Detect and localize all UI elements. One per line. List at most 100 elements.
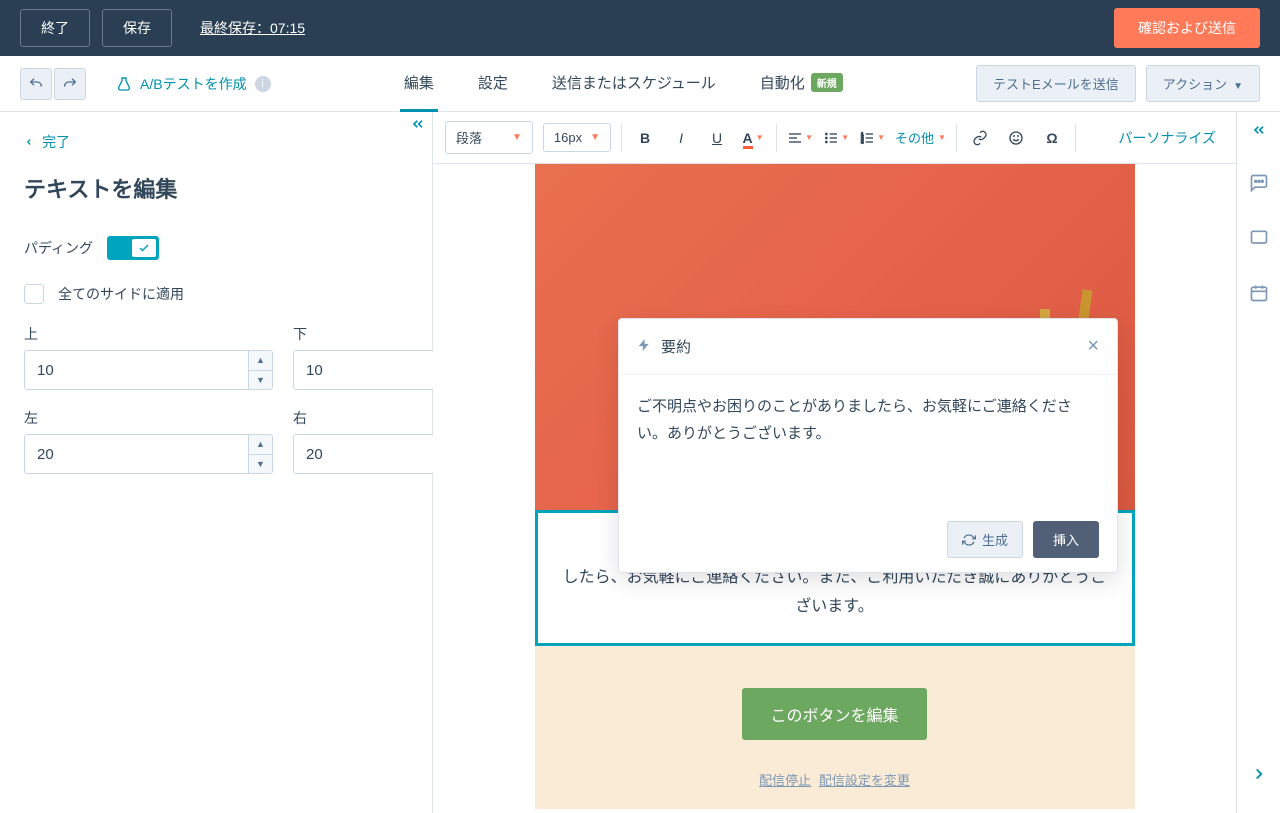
tab-automation[interactable]: 自動化 新規 [756, 56, 847, 112]
undo-button[interactable] [20, 68, 52, 100]
preview-button[interactable] [1249, 228, 1269, 253]
apply-all-checkbox[interactable] [24, 284, 44, 304]
format-select[interactable]: 段落 ▼ [445, 121, 533, 154]
popup-close-button[interactable]: × [1087, 335, 1099, 358]
actions-label: アクション [1163, 77, 1227, 92]
text-line-2: したら、お気軽にご連絡ください。また、ご利用いただき誠にありがとうございます。 [563, 569, 1107, 615]
padding-left-input-wrap: ▲ ▼ [24, 434, 273, 474]
text-color-button[interactable]: A ▼ [740, 125, 766, 151]
toggle-thumb [132, 239, 156, 257]
breadcrumb: 完了 [0, 112, 432, 152]
tab-send-schedule[interactable]: 送信またはスケジュール [548, 56, 720, 112]
info-icon[interactable]: i [255, 76, 271, 92]
review-send-button[interactable]: 確認および送信 [1114, 8, 1260, 48]
align-button[interactable]: ▼ [787, 125, 813, 151]
bullet-list-icon [823, 130, 839, 146]
chevron-double-left-icon [410, 116, 426, 132]
padding-grid: 上 ▲ ▼ 下 ▲ ▼ [24, 324, 408, 474]
tab-edit[interactable]: 編集 [400, 56, 438, 112]
manage-prefs-link[interactable]: 配信設定を変更 [819, 773, 910, 788]
format-value: 段落 [456, 128, 482, 147]
padding-left-down[interactable]: ▼ [249, 455, 272, 474]
more-dropdown[interactable]: その他 ▼ [895, 128, 946, 147]
caret-down-icon: ▼ [756, 133, 764, 142]
special-char-button[interactable]: Ω [1039, 125, 1065, 151]
bold-button[interactable]: B [632, 125, 658, 151]
more-label: その他 [895, 128, 934, 147]
comments-button[interactable] [1249, 173, 1269, 198]
ab-test-label: A/Bテストを作成 [140, 74, 247, 94]
caret-down-icon: ▼ [805, 133, 813, 142]
collapse-left-button[interactable] [410, 116, 426, 137]
undo-redo-group [20, 68, 86, 100]
panel-title: テキストを編集 [0, 152, 432, 224]
separator [1075, 124, 1076, 152]
separator [956, 124, 957, 152]
padding-top-input[interactable] [25, 351, 248, 389]
collapse-right-button[interactable] [1251, 122, 1267, 143]
calendar-button[interactable] [1249, 283, 1269, 308]
expand-arrow-button[interactable] [1250, 765, 1268, 789]
flask-icon [116, 76, 132, 92]
padding-top-down[interactable]: ▼ [249, 371, 272, 390]
app-header: 終了 保存 最終保存：07:15 確認および送信 [0, 0, 1280, 56]
caret-down-icon: ▼ [841, 133, 849, 142]
padding-left-field: 左 ▲ ▼ [24, 408, 273, 474]
comment-icon [1249, 173, 1269, 193]
tab-settings[interactable]: 設定 [474, 56, 512, 112]
subheader-actions: テストEメールを送信 アクション▼ [976, 65, 1260, 102]
regenerate-label: 生成 [982, 530, 1008, 549]
link-button[interactable] [967, 125, 993, 151]
padding-toggle[interactable] [107, 236, 159, 260]
exit-button[interactable]: 終了 [20, 9, 90, 47]
test-email-button[interactable]: テストEメールを送信 [976, 65, 1136, 102]
chevron-right-icon [1250, 765, 1268, 783]
tab-automation-label: 自動化 [760, 72, 805, 93]
caret-down-icon: ▼ [877, 133, 885, 142]
insert-button[interactable]: 挿入 [1033, 521, 1099, 558]
form-section: パディング 全てのサイドに適用 上 ▲ [0, 224, 432, 486]
separator [776, 124, 777, 152]
popup-title: 要約 [661, 336, 691, 357]
padding-top-input-wrap: ▲ ▼ [24, 350, 273, 390]
apply-all-row: 全てのサイドに適用 [24, 284, 408, 304]
underline-button[interactable]: U [704, 125, 730, 151]
save-button[interactable]: 保存 [102, 9, 172, 47]
padding-label: パディング [24, 238, 93, 258]
breadcrumb-back-link[interactable]: 完了 [24, 132, 70, 152]
separator [621, 124, 622, 152]
new-badge: 新規 [811, 73, 843, 92]
bolt-icon [637, 338, 651, 355]
padding-left-up[interactable]: ▲ [249, 435, 272, 455]
padding-top-up[interactable]: ▲ [249, 351, 272, 371]
padding-top-field: 上 ▲ ▼ [24, 324, 273, 390]
chevron-left-icon [24, 137, 34, 147]
fontsize-value: 16px [554, 130, 582, 145]
regenerate-button[interactable]: 生成 [947, 521, 1023, 558]
email-footer-links: 配信停止 配信設定を変更 [535, 770, 1135, 789]
last-saved-label: 最終保存：07:15 [200, 18, 305, 38]
ai-summary-popup: 要約 × ご不明点やお困りのことがありましたら、お気軽にご連絡ください。ありがと… [618, 318, 1118, 573]
numbered-list-icon: 123 [859, 130, 875, 146]
apply-all-label: 全てのサイドに適用 [58, 284, 184, 304]
link-icon [972, 130, 988, 146]
personalize-button[interactable]: パーソナライズ [1118, 128, 1216, 148]
fontsize-select[interactable]: 16px ▼ [543, 123, 611, 152]
emoji-button[interactable] [1003, 125, 1029, 151]
ab-test-link[interactable]: A/Bテストを作成 i [116, 74, 271, 94]
display-icon [1249, 228, 1269, 248]
align-icon [787, 130, 803, 146]
actions-dropdown[interactable]: アクション▼ [1146, 65, 1260, 102]
calendar-icon [1249, 283, 1269, 303]
padding-left-input[interactable] [25, 435, 248, 473]
padding-left-label: 左 [24, 408, 273, 428]
unsubscribe-link[interactable]: 配信停止 [759, 773, 811, 788]
italic-button[interactable]: I [668, 125, 694, 151]
svg-text:3: 3 [861, 139, 864, 144]
numbered-list-button[interactable]: 123 ▼ [859, 125, 885, 151]
padding-top-label: 上 [24, 324, 273, 344]
cta-button[interactable]: このボタンを編集 [742, 688, 926, 740]
bullet-list-button[interactable]: ▼ [823, 125, 849, 151]
emoji-icon [1008, 130, 1024, 146]
redo-button[interactable] [54, 68, 86, 100]
